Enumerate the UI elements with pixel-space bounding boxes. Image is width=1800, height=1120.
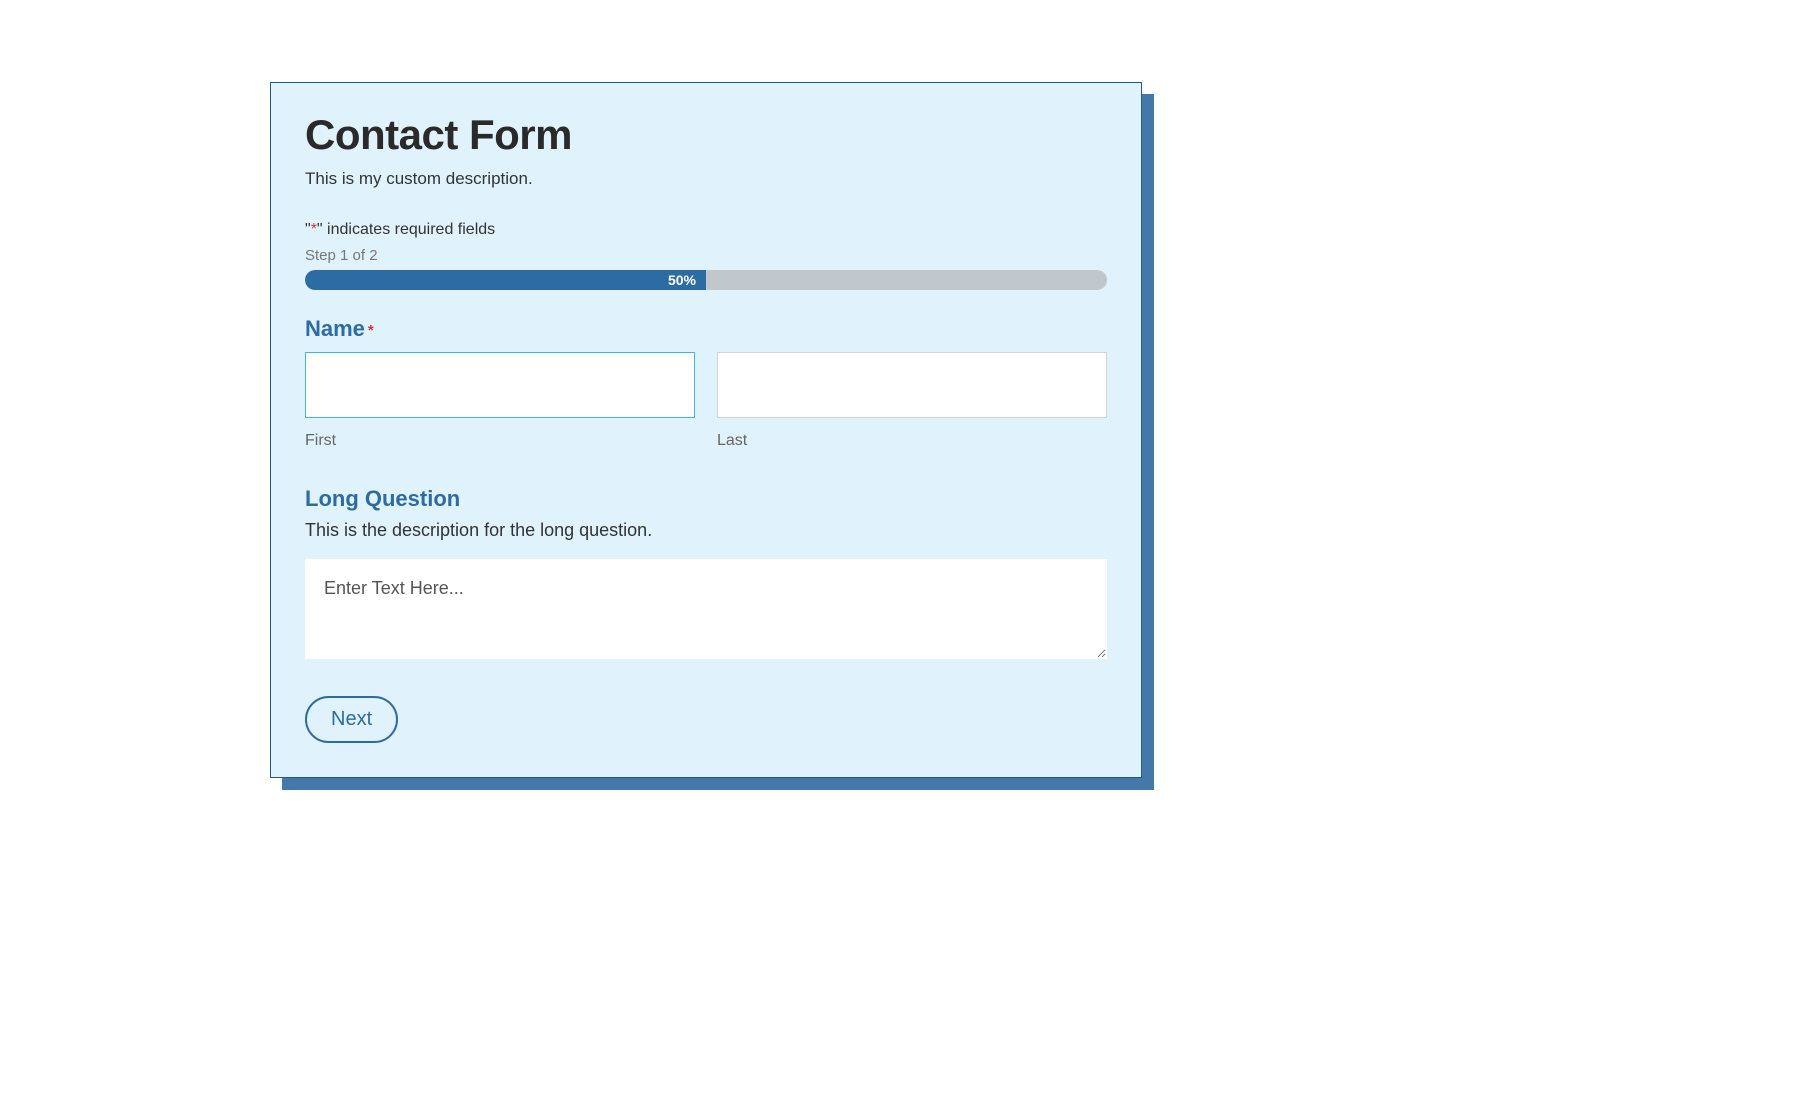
first-name-input[interactable] [305, 352, 695, 418]
contact-form-card: Contact Form This is my custom descripti… [270, 82, 1142, 778]
name-field-group: Name* First Last [305, 316, 1107, 450]
required-legend: "*" indicates required fields [305, 221, 1107, 239]
next-button[interactable]: Next [305, 696, 398, 743]
required-legend-suffix: " indicates required fields [317, 221, 495, 238]
long-question-label: Long Question [305, 486, 1107, 512]
last-name-sublabel: Last [717, 432, 1107, 450]
name-row: First Last [305, 352, 1107, 450]
long-question-field-group: Long Question This is the description fo… [305, 486, 1107, 664]
last-name-input[interactable] [717, 352, 1107, 418]
step-indicator: Step 1 of 2 [305, 247, 1107, 264]
name-label: Name* [305, 316, 1107, 342]
form-title: Contact Form [305, 111, 1107, 159]
progress-percent-label: 50% [668, 272, 696, 288]
long-question-description: This is the description for the long que… [305, 520, 1107, 541]
first-name-col: First [305, 352, 695, 450]
first-name-sublabel: First [305, 432, 695, 450]
progress-bar: 50% [305, 270, 1107, 290]
progress-fill: 50% [305, 270, 706, 290]
form-description: This is my custom description. [305, 169, 1107, 189]
last-name-col: Last [717, 352, 1107, 450]
asterisk-icon: * [368, 322, 374, 339]
long-question-textarea[interactable] [305, 559, 1107, 659]
name-label-text: Name [305, 316, 365, 341]
